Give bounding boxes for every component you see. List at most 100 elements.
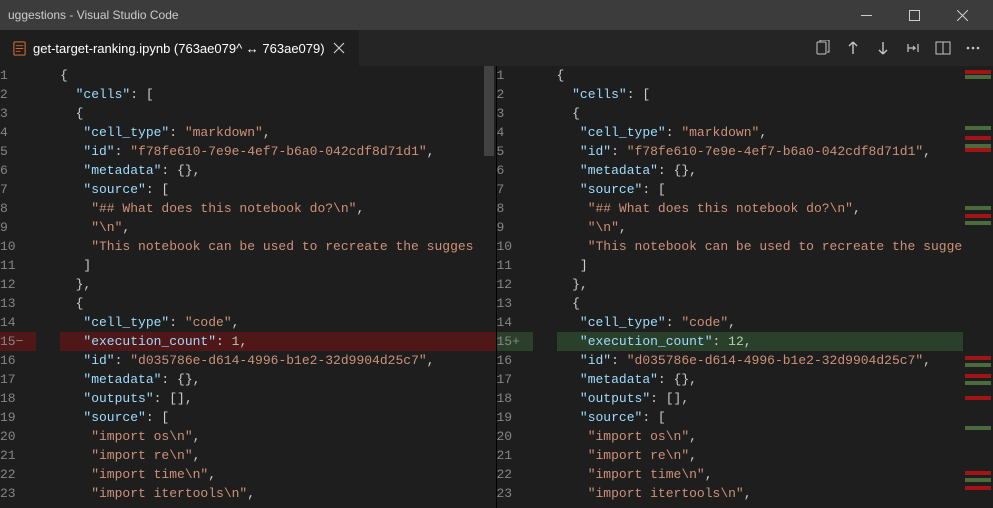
line-number: 6	[0, 161, 36, 180]
line-number: 11	[497, 256, 533, 275]
code-line[interactable]: "execution_count": 12,	[557, 332, 993, 351]
code-line[interactable]: "import re\n",	[60, 446, 496, 465]
line-number: 8	[0, 199, 36, 218]
code-line[interactable]: {	[60, 104, 496, 123]
previous-change-icon[interactable]	[841, 36, 865, 60]
line-number: 13	[0, 294, 36, 313]
code-line[interactable]: "## What does this notebook do?\n",	[60, 199, 496, 218]
code-line[interactable]: "cells": [	[557, 85, 993, 104]
code-line[interactable]: "cell_type": "markdown",	[60, 123, 496, 142]
code-line[interactable]: "outputs": [],	[60, 389, 496, 408]
code-line[interactable]: {	[60, 66, 496, 85]
line-number: 14	[497, 313, 533, 332]
code-line[interactable]: "import re\n",	[557, 446, 993, 465]
code-line[interactable]: "import time\n",	[60, 465, 496, 484]
code-line[interactable]: "\n",	[557, 218, 993, 237]
line-number: 17	[0, 370, 36, 389]
tab-diff-file[interactable]: get-target-ranking.ipynb (763ae079^ ↔ 76…	[0, 30, 359, 66]
code-line[interactable]: "source": [	[557, 180, 993, 199]
close-button[interactable]	[939, 0, 985, 30]
code-line[interactable]: "cells": [	[60, 85, 496, 104]
line-number: 4	[497, 123, 533, 142]
split-editor-icon[interactable]	[931, 36, 955, 60]
code-line[interactable]: "id": "f78fe610-7e9e-4ef7-b6a0-042cdf8d7…	[557, 142, 993, 161]
code-line[interactable]: "id": "d035786e-d614-4996-b1e2-32d9904d2…	[557, 351, 993, 370]
line-number: 9	[0, 218, 36, 237]
line-number: 9	[497, 218, 533, 237]
more-actions-icon[interactable]	[961, 36, 985, 60]
code-line[interactable]: "cell_type": "code",	[60, 313, 496, 332]
line-number: 20	[0, 427, 36, 446]
line-number: 1	[497, 66, 533, 85]
code-line[interactable]: "This notebook can be used to recreate t…	[60, 237, 496, 256]
diff-right-pane[interactable]: 123456789101112131415+1617181920212223 {…	[497, 66, 993, 508]
line-number: 19	[497, 408, 533, 427]
code-line[interactable]: "id": "f78fe610-7e9e-4ef7-b6a0-042cdf8d7…	[60, 142, 496, 161]
code-line[interactable]: "metadata": {},	[60, 370, 496, 389]
diff-left-pane[interactable]: 123456789101112131415−1617181920212223 {…	[0, 66, 497, 508]
line-number: 5	[0, 142, 36, 161]
scrollbar-left[interactable]	[482, 66, 496, 508]
line-number: 16	[0, 351, 36, 370]
code-line[interactable]: {	[557, 66, 993, 85]
line-number: 18	[497, 389, 533, 408]
line-number: 11	[0, 256, 36, 275]
minimize-button[interactable]	[843, 0, 889, 30]
code-line[interactable]: {	[557, 294, 993, 313]
code-area-right[interactable]: { "cells": [ { "cell_type": "markdown", …	[547, 66, 993, 508]
scrollbar-thumb[interactable]	[484, 66, 494, 156]
code-area-left[interactable]: { "cells": [ { "cell_type": "markdown", …	[50, 66, 496, 508]
diff-editor: 123456789101112131415−1617181920212223 {…	[0, 66, 993, 508]
window-controls	[843, 0, 985, 30]
line-number: 12	[0, 275, 36, 294]
code-line[interactable]: "import os\n",	[557, 427, 993, 446]
code-line[interactable]: "metadata": {},	[557, 370, 993, 389]
minimap[interactable]	[963, 66, 993, 508]
code-line[interactable]: },	[557, 275, 993, 294]
code-line[interactable]: "source": [	[557, 408, 993, 427]
whitespace-icon[interactable]	[901, 36, 925, 60]
code-line[interactable]: },	[60, 275, 496, 294]
line-number: 21	[497, 446, 533, 465]
line-number: 14	[0, 313, 36, 332]
code-line[interactable]: "cell_type": "markdown",	[557, 123, 993, 142]
tabbar: get-target-ranking.ipynb (763ae079^ ↔ 76…	[0, 30, 993, 66]
window-title: uggestions - Visual Studio Code	[8, 8, 179, 22]
line-number: 7	[497, 180, 533, 199]
code-line[interactable]: "source": [	[60, 408, 496, 427]
line-number: 2	[0, 85, 36, 104]
code-line[interactable]: {	[557, 104, 993, 123]
code-line[interactable]: "import itertools\n",	[557, 484, 993, 503]
code-line[interactable]: ]	[557, 256, 993, 275]
line-number: 23	[0, 484, 36, 503]
line-number: 22	[497, 465, 533, 484]
code-line[interactable]: "import time\n",	[557, 465, 993, 484]
code-line[interactable]: ]	[60, 256, 496, 275]
code-line[interactable]: "cell_type": "code",	[557, 313, 993, 332]
line-number: 5	[497, 142, 533, 161]
code-line[interactable]: "metadata": {},	[60, 161, 496, 180]
tab-close-icon[interactable]	[331, 40, 347, 56]
code-line[interactable]: "outputs": [],	[557, 389, 993, 408]
titlebar: uggestions - Visual Studio Code	[0, 0, 993, 30]
line-number: 20	[497, 427, 533, 446]
code-line[interactable]: "import os\n",	[60, 427, 496, 446]
line-number: 6	[497, 161, 533, 180]
code-line[interactable]: "metadata": {},	[557, 161, 993, 180]
maximize-button[interactable]	[891, 0, 937, 30]
code-line[interactable]: "\n",	[60, 218, 496, 237]
line-number: 12	[497, 275, 533, 294]
code-line[interactable]: "This notebook can be used to recreate t…	[557, 237, 993, 256]
code-line[interactable]: "source": [	[60, 180, 496, 199]
line-number: 3	[0, 104, 36, 123]
code-line[interactable]: "execution_count": 1,	[60, 332, 496, 351]
code-line[interactable]: {	[60, 294, 496, 313]
next-change-icon[interactable]	[871, 36, 895, 60]
line-number: 22	[0, 465, 36, 484]
go-to-file-icon[interactable]	[811, 36, 835, 60]
code-line[interactable]: "id": "d035786e-d614-4996-b1e2-32d9904d2…	[60, 351, 496, 370]
code-line[interactable]: "## What does this notebook do?\n",	[557, 199, 993, 218]
line-number: 21	[0, 446, 36, 465]
line-gutter-right: 123456789101112131415+1617181920212223	[497, 66, 547, 508]
code-line[interactable]: "import itertools\n",	[60, 484, 496, 503]
